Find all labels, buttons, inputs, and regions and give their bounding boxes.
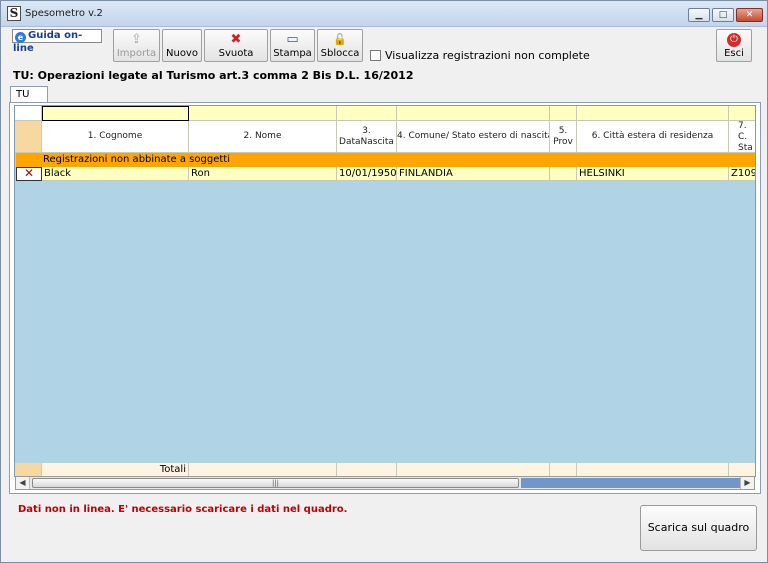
filter-cell-nome[interactable] [189,106,337,121]
scroll-track[interactable] [521,478,740,488]
scroll-thumb[interactable]: ||| [32,478,519,488]
group-row[interactable]: Registrazioni non abbinate a soggetti [16,153,755,167]
minimize-button[interactable]: ▁ [688,8,710,22]
totals-cell-nome [189,463,337,476]
unlock-icon: 🔓 [333,33,347,46]
maximize-button[interactable]: □ [712,8,734,22]
horizontal-scrollbar[interactable]: ◀ ||| ▶ [15,476,755,490]
app-window: S Spesometro v.2 ▁ □ ✕ e Guida on-line ⇪ … [0,0,768,563]
svuota-label: Svuota [218,48,254,59]
filter-cell-comune[interactable] [397,106,550,121]
column-header-cognome[interactable]: 1. Cognome [42,121,189,153]
totals-cell-comune [397,463,550,476]
show-incomplete-label: Visualizza registrazioni non complete [385,49,590,62]
delete-row-button[interactable]: ✕ [16,167,42,181]
filter-corner [15,106,42,121]
data-grid: 1. Cognome 2. Nome 3. DataNascita 4. Com… [14,105,756,477]
tab-tu[interactable]: TU [10,86,48,103]
close-window-button[interactable]: ✕ [736,8,763,22]
stampa-label: Stampa [273,48,312,59]
clear-icon: ✖ [230,32,242,47]
filter-cell-data[interactable] [337,106,397,121]
scarica-sul-quadro-button[interactable]: Scarica sul quadro [640,505,757,551]
filter-cell-citta[interactable] [577,106,729,121]
column-header-codice[interactable]: 7. C. Sta est [729,121,755,153]
nuovo-label: Nuovo [166,48,198,59]
totals-label: Totali [42,463,189,476]
esci-label: Esci [724,48,744,59]
filter-cell-cognome[interactable] [42,106,189,121]
importa-button[interactable]: ⇪ Importa [113,29,160,62]
page-title: TU: Operazioni legate al Turismo art.3 c… [13,69,414,82]
printer-icon: ▭ [286,32,299,47]
browser-icon: e [15,32,26,43]
column-header-comune[interactable]: 4. Comune/ Stato estero di nascita [397,121,550,153]
column-header-citta[interactable]: 6. Città estera di residenza [577,121,729,153]
scroll-left-button[interactable]: ◀ [16,477,30,489]
scroll-right-button[interactable]: ▶ [740,477,754,489]
group-label: Registrazioni non abbinate a soggetti [43,154,230,165]
cell-comune[interactable]: FINLANDIA [397,167,550,181]
window-title: Spesometro v.2 [25,8,103,19]
totals-cell-citta [577,463,729,476]
svuota-button[interactable]: ✖ Svuota [204,29,268,62]
totals-cell-data [337,463,397,476]
show-incomplete-checkbox[interactable] [370,50,381,61]
power-icon: ⏻ [727,33,741,47]
totals-cell-codice [729,463,755,476]
column-header-nome[interactable]: 2. Nome [189,121,337,153]
totals-corner [15,463,42,476]
nuovo-button[interactable]: Nuovo [162,29,202,62]
status-message: Dati non in linea. E' necessario scarica… [18,504,348,515]
sblocca-label: Sblocca [320,48,360,59]
column-header-data-nascita[interactable]: 3. DataNascita [337,121,397,153]
cell-nome[interactable]: Ron [189,167,337,181]
filter-cell-prov[interactable] [550,106,577,121]
filter-cell-codice[interactable] [729,106,755,121]
totals-cell-prov [550,463,577,476]
sblocca-button[interactable]: 🔓 Sblocca [317,29,363,62]
new-icon [163,32,201,48]
stampa-button[interactable]: ▭ Stampa [270,29,315,62]
guide-online-button[interactable]: e Guida on-line [12,29,102,54]
cell-data-nascita[interactable]: 10/01/1950 [337,167,397,181]
cell-citta[interactable]: HELSINKI [577,167,729,181]
cell-cognome[interactable]: Black [42,167,189,181]
esci-button[interactable]: ⏻ Esci [716,29,752,62]
header-corner [15,121,42,153]
app-logo-icon: S [7,6,21,21]
importa-label: Importa [116,48,157,59]
cell-prov[interactable] [550,167,577,181]
title-bar[interactable]: S Spesometro v.2 ▁ □ ✕ [1,1,767,27]
column-header-prov[interactable]: 5. Prov [550,121,577,153]
import-icon: ⇪ [131,32,142,47]
cell-codice[interactable]: Z109 [729,167,755,181]
